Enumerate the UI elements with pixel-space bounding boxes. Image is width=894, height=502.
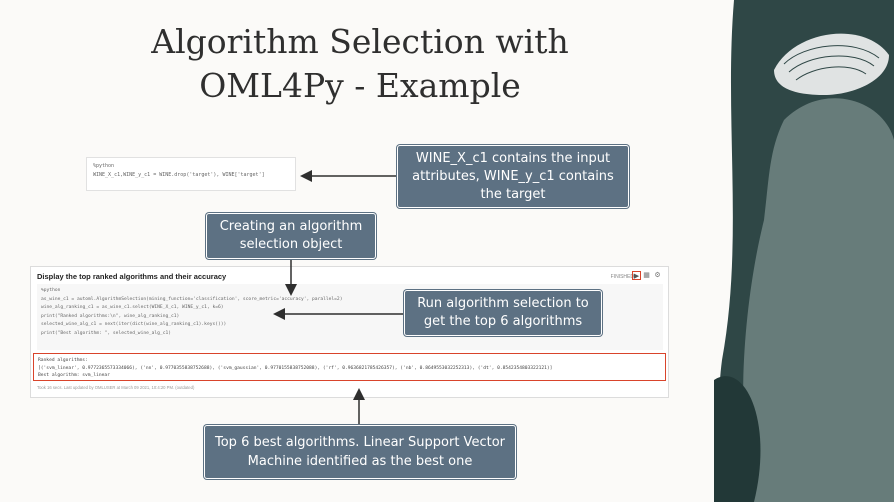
status-badge: FINISHED xyxy=(610,274,634,280)
output-line: Best algorithm: svm_linear xyxy=(38,373,110,378)
code-line: %python xyxy=(93,163,115,169)
callout-text: Creating an algorithm selection object xyxy=(219,219,363,252)
output-line: [('svm_linear', 0.9772365573334066), ('n… xyxy=(38,365,553,371)
decorative-panel xyxy=(714,0,894,502)
output-panel: Ranked algorithms: [('svm_linear', 0.977… xyxy=(33,353,666,381)
title-line-1: Algorithm Selection with xyxy=(151,22,569,61)
callout-text: Top 6 best algorithms. Linear Support Ve… xyxy=(215,435,505,469)
callout-run: Run algorithm selection to get the top 6… xyxy=(404,290,602,336)
code-cell-split[interactable]: %python WINE_X_c1,WINE_y_c1 = WINE.drop(… xyxy=(86,157,296,191)
title-line-2: OML4Py - Example xyxy=(199,66,521,105)
code-line: WINE_X_c1,WINE_y_c1 = WINE.drop('target'… xyxy=(93,172,265,178)
callout-inputs: WINE_X_c1 contains the input attributes,… xyxy=(397,145,629,208)
callout-best: Top 6 best algorithms. Linear Support Ve… xyxy=(204,425,516,479)
table-icon[interactable]: ▦ xyxy=(642,271,651,280)
play-icon[interactable]: ▶ xyxy=(632,271,641,280)
slide: Algorithm Selection with OML4Py - Exampl… xyxy=(0,0,894,502)
callout-text: WINE_X_c1 contains the input attributes,… xyxy=(412,150,614,202)
gear-icon[interactable]: ⚙ xyxy=(653,271,662,280)
paragraph-title: Display the top ranked algorithms and th… xyxy=(37,272,227,281)
paragraph-footer: Took 16 secs. Last updated by OMLUSER at… xyxy=(37,385,195,390)
slide-title: Algorithm Selection with OML4Py - Exampl… xyxy=(120,20,600,108)
callout-creating: Creating an algorithm selection object xyxy=(206,213,376,259)
output-line: Ranked algorithms: xyxy=(38,358,88,363)
callout-text: Run algorithm selection to get the top 6… xyxy=(417,296,589,329)
